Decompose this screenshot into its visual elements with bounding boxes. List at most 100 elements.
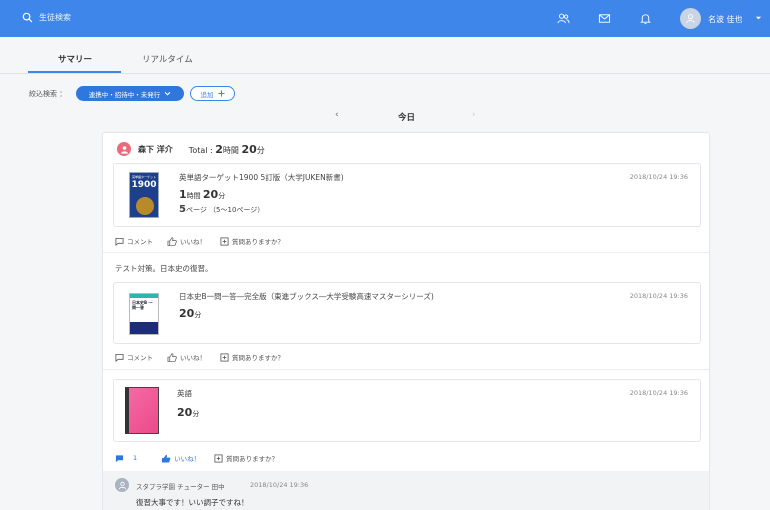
like-button[interactable]: いいね！	[167, 352, 206, 362]
search-icon	[22, 12, 33, 23]
comment-button[interactable]: 1	[115, 454, 137, 463]
user-icon	[118, 481, 126, 489]
entry-time: 20分	[179, 307, 201, 320]
active-tab-indicator	[28, 71, 121, 73]
entry-minutes-unit: 分	[218, 192, 226, 200]
entry-time: 1時間 20分	[179, 188, 225, 201]
entry-title[interactable]: 日本史B一問一答―完全版（東進ブックス―大学受験高速マスターシリーズ)	[179, 291, 434, 302]
book-cover-image: 英単語ターゲット 1900	[129, 172, 159, 218]
study-entry[interactable]: 英単語ターゲット 1900 英単語ターゲット1900 5訂版（大学JUKEN新書…	[113, 163, 701, 227]
cover-title: 英単語ターゲット	[132, 175, 157, 179]
comment-thread: スタプラ学園 チューター 田中 2018/10/24 19:36 復習大事です！…	[103, 471, 709, 510]
comment-icon	[115, 454, 124, 462]
study-entry[interactable]: 日本史B 一問一答 日本史B一問一答―完全版（東進ブックス―大学受験高速マスター…	[113, 282, 701, 344]
entry-hours-unit: 時間	[186, 192, 201, 200]
like-button[interactable]: いいね！	[167, 236, 206, 246]
total-hours: 2	[215, 142, 223, 156]
chevron-down-icon[interactable]	[755, 15, 762, 21]
plus-square-icon	[214, 453, 223, 463]
filter-label: 絞込検索 ：	[29, 90, 67, 98]
cover-band	[130, 322, 158, 334]
commenter-avatar[interactable]	[115, 478, 129, 492]
question-button[interactable]: 質問ありますか？	[214, 453, 278, 463]
entry-note: テスト対策。日本史の復習。	[115, 264, 213, 273]
chevron-right-icon[interactable]: ›	[472, 110, 476, 120]
tab-realtime[interactable]: リアルタイム	[142, 53, 193, 65]
comment-button[interactable]: コメント	[115, 352, 153, 362]
comment-text: 復習大事です！いい調子ですね！	[136, 498, 249, 507]
cover-emblem	[136, 197, 154, 215]
add-filter-button[interactable]: 追加	[190, 86, 235, 101]
entry-page-count: 5	[179, 204, 186, 215]
comment-date: 2018/10/24 19:36	[250, 481, 309, 489]
plus-square-icon	[220, 352, 229, 362]
comment-label: コメント	[127, 354, 153, 362]
bell-icon[interactable]	[639, 12, 652, 25]
total-time: Total : 2時間 20分	[189, 143, 265, 156]
entry-actions: 1 いいね！ 質問ありますか？	[115, 453, 278, 463]
entry-title[interactable]: 英語	[177, 388, 192, 399]
activity-card: 森下 洋介 Total : 2時間 20分 英単語ターゲット 1900 英単語タ…	[102, 132, 710, 510]
thumbs-up-icon	[162, 454, 171, 463]
tab-bar: サマリー リアルタイム	[0, 37, 770, 74]
like-label: いいね！	[180, 238, 206, 246]
date-label: 今日	[398, 113, 416, 123]
entry-minutes: 20	[202, 188, 219, 201]
question-label: 質問ありますか？	[232, 238, 284, 246]
comment-icon	[115, 237, 124, 246]
chevron-down-icon	[164, 91, 171, 96]
comment-icon	[115, 353, 124, 362]
student-avatar[interactable]	[117, 142, 131, 156]
question-button[interactable]: 質問ありますか？	[220, 352, 284, 362]
entry-actions: コメント いいね！ 質問ありますか？	[115, 236, 284, 246]
cover-number: 1900	[131, 180, 157, 190]
entry-minutes-unit: 分	[194, 311, 202, 319]
like-button[interactable]: いいね！	[161, 453, 200, 463]
entry-date: 2018/10/24 19:36	[629, 173, 688, 181]
student-search[interactable]: 生徒検索	[22, 12, 71, 23]
avatar[interactable]	[680, 8, 701, 29]
plus-square-icon	[220, 236, 229, 246]
user-icon	[120, 145, 128, 154]
hours-unit: 時間	[222, 145, 239, 155]
commenter-name[interactable]: スタプラ学園 チューター 田中	[136, 481, 225, 491]
like-label: いいね！	[174, 455, 201, 463]
divider	[103, 252, 709, 253]
thumbs-up-icon	[167, 352, 177, 362]
entry-time: 20分	[177, 406, 199, 419]
student-name[interactable]: 森下 洋介	[138, 144, 173, 155]
question-label: 質問ありますか？	[226, 455, 279, 463]
question-label: 質問ありますか？	[232, 354, 284, 362]
entry-minutes: 20	[179, 307, 195, 320]
chevron-left-icon[interactable]: ‹	[335, 110, 339, 120]
cover-title: 日本史B 一問一答	[132, 300, 153, 310]
entry-minutes-unit: 分	[192, 410, 200, 418]
total-prefix: Total :	[188, 145, 213, 155]
entry-actions: コメント いいね！ 質問ありますか？	[115, 352, 284, 362]
card-header: 森下 洋介 Total : 2時間 20分	[117, 142, 265, 156]
filter-status-dropdown[interactable]: 連携中・招待中・未発行	[76, 86, 184, 101]
user-name[interactable]: 名波 佳也	[708, 14, 743, 25]
entry-title[interactable]: 英単語ターゲット1900 5訂版（大学JUKEN新書)	[179, 172, 344, 183]
entry-hours: 1	[179, 188, 187, 201]
comment-label: コメント	[127, 238, 153, 246]
mail-icon[interactable]	[598, 12, 611, 25]
like-label: いいね！	[180, 354, 206, 362]
comment-count: 1	[133, 454, 138, 462]
divider	[103, 369, 709, 370]
entry-date: 2018/10/24 19:36	[629, 292, 688, 300]
comment-button[interactable]: コメント	[115, 236, 153, 246]
study-entry[interactable]: 英語 2018/10/24 19:36 20分	[113, 379, 701, 442]
plus-icon	[217, 90, 225, 97]
entry-minutes: 20	[177, 406, 193, 419]
total-minutes: 20	[241, 142, 257, 156]
question-button[interactable]: 質問ありますか？	[220, 236, 284, 246]
add-filter-label: 追加	[200, 90, 214, 99]
entry-page-detail: ページ （5〜10ページ）	[185, 206, 265, 214]
book-cover-image: 日本史B 一問一答	[129, 293, 159, 335]
entry-date: 2018/10/24 19:36	[629, 389, 688, 397]
users-icon[interactable]	[557, 12, 570, 25]
filter-selected-value: 連携中・招待中・未発行	[88, 90, 161, 99]
notebook-cover-image	[125, 387, 159, 434]
tab-summary[interactable]: サマリー	[58, 53, 92, 65]
